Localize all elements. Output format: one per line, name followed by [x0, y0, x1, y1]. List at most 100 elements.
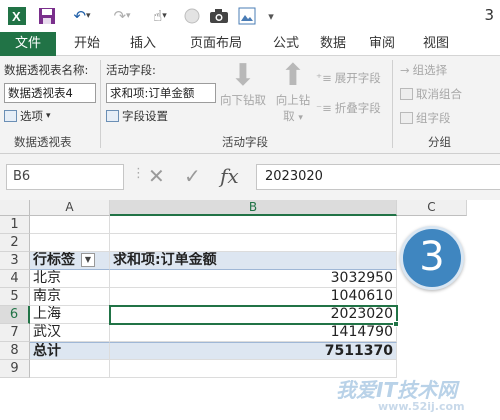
customize-qat-icon[interactable]: ▾: [262, 6, 280, 26]
filter-dropdown-icon[interactable]: ▼: [81, 253, 95, 267]
name-box[interactable]: B6: [6, 164, 124, 190]
field-settings-icon: [106, 110, 119, 122]
tab-data[interactable]: 数据: [310, 32, 356, 56]
pivot-row-label[interactable]: 南京: [30, 288, 110, 306]
image-icon[interactable]: [236, 6, 258, 26]
tab-review[interactable]: 审阅: [360, 32, 404, 56]
group-caption-active-field: 活动字段: [222, 135, 268, 149]
row-labels-text: 行标签: [33, 252, 75, 268]
tab-page-layout[interactable]: 页面布局: [176, 32, 256, 56]
column-header-b[interactable]: B: [110, 200, 397, 216]
tab-insert[interactable]: 插入: [118, 32, 168, 56]
row-header[interactable]: 2: [0, 234, 30, 252]
row-header[interactable]: 3: [0, 252, 30, 270]
select-all-corner[interactable]: [0, 200, 30, 216]
cell[interactable]: [110, 234, 397, 252]
drill-up-label: 向上钻: [275, 93, 311, 107]
group-field-label: 组字段: [416, 111, 451, 125]
tab-view[interactable]: 视图: [414, 32, 458, 56]
group-selection-button[interactable]: → 组选择: [400, 62, 447, 78]
group-divider: [392, 60, 393, 148]
pivot-name-input[interactable]: 数据透视表4: [4, 83, 96, 103]
chevron-down-icon: ▾: [46, 111, 51, 121]
pivot-name-label: 数据透视表名称:: [4, 63, 89, 77]
ribbon: 数据透视表名称: 数据透视表4 选项 ▾ 数据透视表 活动字段: 求和项:订单金…: [0, 56, 500, 154]
row-header[interactable]: 5: [0, 288, 30, 306]
group-caption-pivot: 数据透视表: [14, 135, 72, 149]
group-divider: [100, 60, 101, 148]
drill-down-button[interactable]: ⬇ 向下钻取: [218, 60, 268, 108]
pivot-row-label[interactable]: 上海: [30, 306, 110, 324]
cell[interactable]: [30, 234, 110, 252]
arrow-right-icon: →: [400, 63, 410, 77]
row-header[interactable]: 1: [0, 216, 30, 234]
touch-mode-icon[interactable]: ☝ ▾: [146, 6, 174, 26]
pivot-row-label[interactable]: 武汉: [30, 324, 110, 342]
group-caption-group: 分组: [428, 135, 451, 149]
cell[interactable]: [30, 360, 110, 378]
pivot-value[interactable]: 3032950: [110, 270, 397, 288]
pivot-value[interactable]: 1040610: [110, 288, 397, 306]
watermark-text: 我爱IT技术网: [336, 378, 458, 402]
pivot-total-label[interactable]: 总计: [30, 342, 110, 360]
expand-field-label: 展开字段: [334, 71, 381, 85]
tab-home[interactable]: 开始: [62, 32, 112, 56]
redo-icon[interactable]: ↷ ▾: [106, 6, 138, 26]
drill-up-button[interactable]: ⬆ 向上钻 取 ▾: [270, 60, 316, 124]
ungroup-icon: [400, 88, 413, 100]
pivot-row-labels-header[interactable]: 行标签 ▼: [30, 252, 110, 270]
pivot-values-header[interactable]: 求和项:订单金额: [110, 252, 397, 270]
row-header[interactable]: 6: [0, 306, 30, 324]
ungroup-button[interactable]: 取消组合: [400, 86, 462, 102]
arrow-up-icon: ⬆: [280, 58, 306, 93]
pivot-row-label[interactable]: 北京: [30, 270, 110, 288]
ungroup-label: 取消组合: [416, 87, 462, 101]
row-header[interactable]: 4: [0, 270, 30, 288]
svg-text:X: X: [12, 9, 21, 24]
collapse-field-label: 折叠字段: [334, 101, 381, 115]
row-header[interactable]: 9: [0, 360, 30, 378]
drill-up-label-line2: 取: [283, 109, 295, 123]
field-settings-button[interactable]: 字段设置: [106, 108, 168, 124]
options-button[interactable]: 选项 ▾: [4, 108, 51, 124]
quick-access-toolbar: X ↶ ▾ ↷ ▾ ☝ ▾ ▾ 3: [0, 0, 500, 32]
corner-text: 3: [484, 6, 494, 24]
column-header-a[interactable]: A: [30, 200, 110, 216]
collapse-field-button[interactable]: ⁻≡ 折叠字段: [316, 100, 381, 116]
insert-function-icon[interactable]: fx: [220, 164, 239, 188]
group-selection-label: 组选择: [412, 63, 448, 77]
active-field-input[interactable]: 求和项:订单金额: [106, 83, 216, 103]
arrow-down-icon: ⬇: [230, 58, 256, 93]
excel-logo-icon: X: [6, 6, 28, 26]
formula-bar-grip-icon: ⋮: [132, 166, 145, 181]
active-cell-border: [109, 305, 398, 325]
drill-down-label: 向下钻取: [220, 93, 266, 107]
fill-handle[interactable]: [393, 321, 399, 327]
cell[interactable]: [110, 216, 397, 234]
cell[interactable]: [30, 216, 110, 234]
field-settings-label: 字段设置: [122, 109, 168, 123]
step-number-badge: 3: [400, 226, 464, 290]
group-field-button[interactable]: 组字段: [400, 110, 451, 126]
watermark-url: www.52ij.com: [378, 400, 465, 413]
circle-icon[interactable]: [182, 6, 202, 26]
formula-input[interactable]: 2023020: [256, 164, 500, 190]
expand-field-button[interactable]: ⁺≡ 展开字段: [316, 70, 381, 86]
chevron-down-icon: ▾: [298, 113, 303, 123]
column-header-c[interactable]: C: [397, 200, 467, 216]
cancel-icon[interactable]: ✕: [148, 164, 165, 188]
watermark: 我爱IT技术网 www.52ij.com: [330, 372, 500, 420]
group-field-icon: [400, 112, 413, 124]
save-icon[interactable]: [36, 6, 58, 26]
pivot-total-value[interactable]: 7511370: [110, 342, 397, 360]
tab-file[interactable]: 文件: [0, 32, 56, 56]
tab-formulas[interactable]: 公式: [264, 32, 308, 56]
active-field-label: 活动字段:: [106, 63, 156, 77]
camera-icon[interactable]: [208, 6, 230, 26]
row-header[interactable]: 8: [0, 342, 30, 360]
options-icon: [4, 110, 17, 122]
undo-icon[interactable]: ↶ ▾: [66, 6, 98, 26]
pivot-value[interactable]: 1414790: [110, 324, 397, 342]
enter-icon[interactable]: ✓: [184, 164, 201, 188]
row-header[interactable]: 7: [0, 324, 30, 342]
